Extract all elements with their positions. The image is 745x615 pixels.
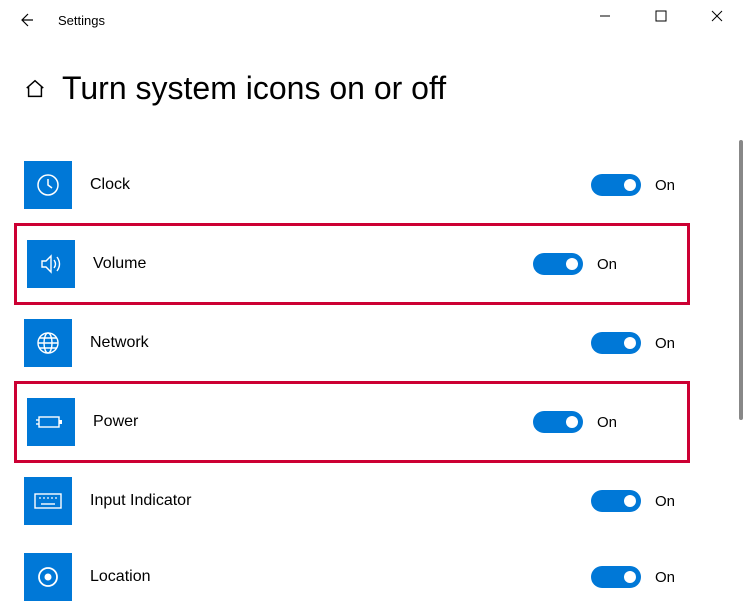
toggle-wrap: On xyxy=(591,174,721,196)
maximize-button[interactable] xyxy=(633,0,689,32)
toggle-clock[interactable] xyxy=(591,174,641,196)
window-controls xyxy=(577,0,745,32)
icon-tile-network xyxy=(24,319,72,367)
toggle-wrap: On xyxy=(591,490,721,512)
volume-icon xyxy=(37,250,65,278)
row-label: Volume xyxy=(93,255,533,273)
toggle-state-label: On xyxy=(655,177,675,194)
home-icon xyxy=(24,78,46,100)
page-title: Turn system icons on or off xyxy=(62,70,446,107)
toggle-network[interactable] xyxy=(591,332,641,354)
toggle-location[interactable] xyxy=(591,566,641,588)
toggle-state-label: On xyxy=(597,414,617,431)
settings-list: Clock On Volume On xyxy=(0,107,745,615)
icon-tile-location xyxy=(24,553,72,601)
toggle-wrap: On xyxy=(533,411,663,433)
icon-tile-volume xyxy=(27,240,75,288)
toggle-input-indicator[interactable] xyxy=(591,490,641,512)
toggle-wrap: On xyxy=(591,332,721,354)
row-label: Network xyxy=(90,334,591,352)
toggle-state-label: On xyxy=(597,256,617,273)
toggle-volume[interactable] xyxy=(533,253,583,275)
page-header: Turn system icons on or off xyxy=(0,40,745,107)
back-arrow-icon xyxy=(18,12,34,28)
toggle-wrap: On xyxy=(591,566,721,588)
titlebar: Settings xyxy=(0,0,745,40)
maximize-icon xyxy=(655,10,667,22)
app-title: Settings xyxy=(58,13,105,28)
row-power: Power On xyxy=(14,381,690,463)
close-button[interactable] xyxy=(689,0,745,32)
network-icon xyxy=(34,329,62,357)
row-volume: Volume On xyxy=(14,223,690,305)
row-label: Clock xyxy=(90,176,591,194)
location-icon xyxy=(34,563,62,591)
power-icon xyxy=(36,412,66,432)
row-input-indicator: Input Indicator On xyxy=(0,463,745,539)
minimize-button[interactable] xyxy=(577,0,633,32)
back-button[interactable] xyxy=(14,8,38,32)
scrollbar[interactable] xyxy=(739,140,743,420)
toggle-wrap: On xyxy=(533,253,663,275)
toggle-state-label: On xyxy=(655,335,675,352)
minimize-icon xyxy=(599,10,611,22)
row-label: Location xyxy=(90,568,591,586)
close-icon xyxy=(711,10,723,22)
row-label: Power xyxy=(93,413,533,431)
row-location: Location On xyxy=(0,539,745,615)
toggle-state-label: On xyxy=(655,569,675,586)
icon-tile-keyboard xyxy=(24,477,72,525)
clock-icon xyxy=(34,171,62,199)
icon-tile-power xyxy=(27,398,75,446)
row-network: Network On xyxy=(0,305,745,381)
toggle-state-label: On xyxy=(655,493,675,510)
row-label: Input Indicator xyxy=(90,492,591,510)
keyboard-icon xyxy=(33,491,63,511)
icon-tile-clock xyxy=(24,161,72,209)
row-clock: Clock On xyxy=(0,147,745,223)
toggle-power[interactable] xyxy=(533,411,583,433)
